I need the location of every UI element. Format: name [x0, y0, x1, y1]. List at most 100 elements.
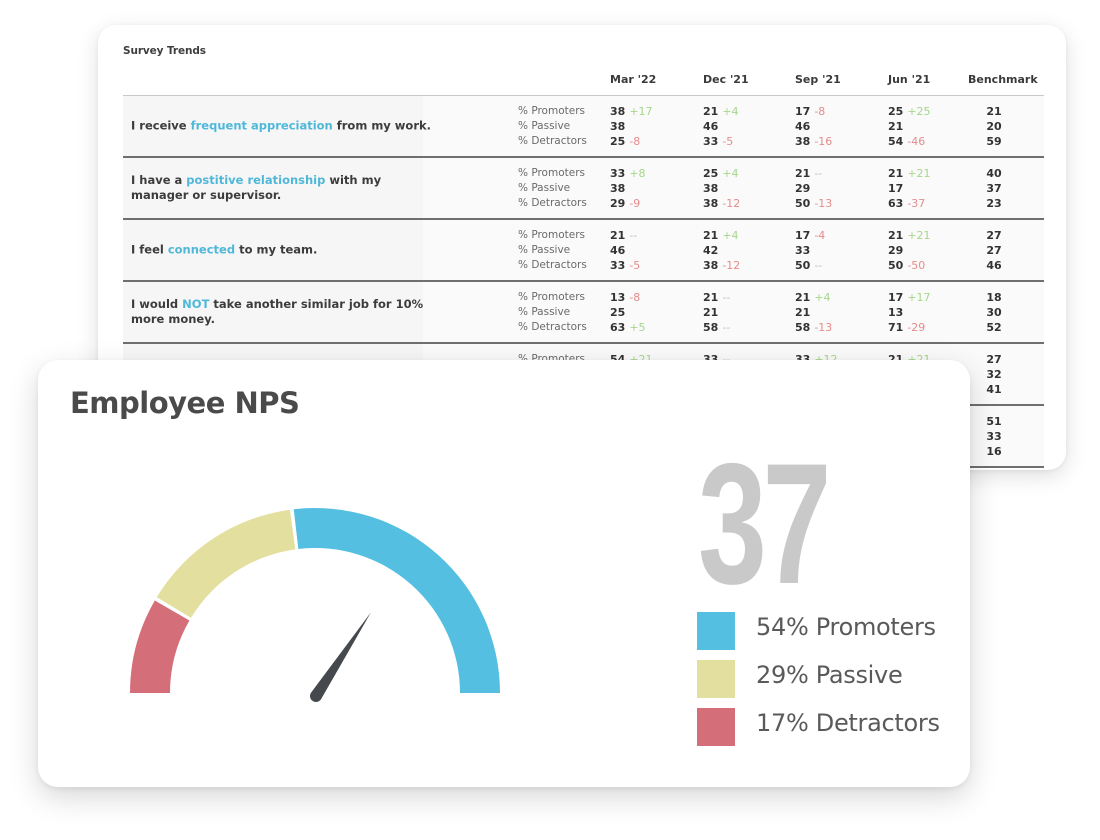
question-highlight: frequent appreciation: [190, 118, 333, 133]
benchmark-value: 21: [986, 105, 1002, 118]
passive-value: 46: [795, 120, 811, 133]
metric-label: % Passive: [518, 120, 571, 132]
metric-label: % Promoters: [518, 291, 585, 303]
passive-value: 21: [703, 306, 719, 319]
detractors-value-line: 38 -12: [703, 196, 740, 211]
column-header-mar-22[interactable]: Mar '22: [610, 73, 656, 86]
benchmark-cell: 27 32 41: [974, 352, 1014, 397]
detractors-value-line: 54 -46: [888, 134, 931, 149]
promoters-value-line: 21 +4: [703, 104, 739, 119]
promoters-delta: +21: [907, 229, 931, 242]
benchmark-cell: 40 37 23: [974, 166, 1014, 211]
benchmark-value: 27: [986, 229, 1002, 242]
benchmark-value: 30: [986, 306, 1002, 319]
table-row[interactable]: I receive frequent appreciation from my …: [123, 96, 1044, 158]
passive-value-line: 38: [610, 119, 653, 134]
period-cell: 21 +21 17 63 -37: [888, 166, 931, 211]
passive-value: 38: [610, 182, 626, 195]
benchmark-cell: 51 33 16: [974, 414, 1014, 459]
detractors-value: 38: [795, 135, 811, 148]
benchmark-value: 27: [986, 244, 1002, 257]
table-row[interactable]: I have a postitive relationship with my …: [123, 158, 1044, 220]
detractors-delta: +5: [629, 321, 646, 334]
passive-value-line: 21: [888, 119, 931, 134]
metric-label: % Detractors: [518, 321, 587, 333]
promoters-value-line: 21 +4: [703, 228, 740, 243]
period-cell: 17 -4 33 50 --: [795, 228, 825, 273]
detractors-delta: -29: [907, 321, 926, 334]
detractors-value: 33: [703, 135, 719, 148]
column-header-benchmark[interactable]: Benchmark: [968, 73, 1038, 86]
passive-value: 13: [888, 306, 904, 319]
benchmark-value: 37: [986, 182, 1002, 195]
table-row[interactable]: I feel connected to my team. % Promoters%…: [123, 220, 1044, 282]
promoters-value: 38: [610, 105, 626, 118]
detractors-value-line: 29 -9: [610, 196, 646, 211]
detractors-value-line: 71 -29: [888, 320, 931, 335]
employee-nps-card: Employee NPS 37 54% Promoters 29% Passiv…: [38, 360, 970, 787]
promoters-value-line: 21+21: [888, 166, 931, 181]
period-cell: 21 +4 21 58 -13: [795, 290, 832, 335]
metric-label: % Detractors: [518, 197, 587, 209]
benchmark-value: 18: [986, 291, 1002, 304]
legend-label-promoters: 54% Promoters: [756, 613, 936, 641]
promoters-delta: +25: [907, 105, 931, 118]
detractors-delta: -16: [814, 135, 833, 148]
passive-value-line: 25: [610, 305, 646, 320]
promoters-delta: -8: [629, 291, 641, 304]
promoters-value: 21: [610, 229, 626, 242]
promoters-delta: +8: [629, 167, 646, 180]
passive-value: 29: [888, 244, 904, 257]
detractors-value-line: 38 -12: [703, 258, 740, 273]
promoters-value-line: 33 +8: [610, 166, 646, 181]
detractors-value: 58: [795, 321, 811, 334]
column-header-jun-21[interactable]: Jun '21: [888, 73, 930, 86]
nps-gauge: [130, 508, 500, 702]
question-text: I have a postitive relationship with my …: [131, 173, 431, 203]
promoters-delta: +17: [907, 291, 931, 304]
question-highlight: NOT: [182, 297, 210, 311]
passive-swatch: [697, 660, 735, 698]
benchmark-value: 20: [986, 120, 1002, 133]
promoters-delta: --: [722, 291, 731, 304]
passive-value: 25: [610, 306, 626, 319]
detractors-value-line: 38 -16: [795, 134, 832, 149]
detractors-value: 50: [795, 197, 811, 210]
passive-value: 46: [610, 244, 626, 257]
passive-value: 21: [795, 306, 811, 319]
detractors-value-line: 50 --: [795, 258, 825, 273]
detractors-value: 58: [703, 321, 719, 334]
passive-value-line: 29: [888, 243, 931, 258]
gauge-segment-promoters: [293, 508, 500, 693]
promoters-value: 21: [703, 105, 719, 118]
table-row[interactable]: I would NOT take another similar job for…: [123, 282, 1044, 344]
metric-label: % Detractors: [518, 135, 587, 147]
detractors-value-line: 50 -13: [795, 196, 832, 211]
question-fragment: I receive: [131, 118, 191, 133]
benchmark-value: 51: [986, 415, 1002, 428]
detractors-value-line: 58 -13: [795, 320, 832, 335]
promoters-value-line: 38 +17: [610, 104, 653, 119]
period-cell: 17 -8 46 38 -16: [795, 104, 832, 149]
detractors-value-line: 50 -50: [888, 258, 931, 273]
passive-value-line: 17: [888, 181, 931, 196]
column-header-sep-21[interactable]: Sep '21: [795, 73, 841, 86]
question-highlight: connected: [167, 242, 236, 257]
period-cell: 13 -8 25 63 +5: [610, 290, 646, 335]
passive-value: 38: [610, 120, 626, 133]
promoters-value-line: 21 --: [610, 228, 640, 243]
passive-value: 46: [703, 120, 719, 133]
benchmark-value: 59: [986, 135, 1002, 148]
promoters-value-line: 17 -4: [795, 228, 825, 243]
detractors-value: 38: [703, 259, 719, 272]
benchmark-value: 16: [986, 445, 1002, 458]
period-cell: 21 -- 29 50 -13: [795, 166, 832, 211]
column-header-dec-21[interactable]: Dec '21: [703, 73, 749, 86]
passive-value-line: 46: [703, 119, 739, 134]
promoters-value: 21: [703, 291, 719, 304]
period-cell: 17 +17 13 71 -29: [888, 290, 931, 335]
question-fragment: from my work.: [332, 118, 432, 133]
detractors-value-line: 63 +5: [610, 320, 646, 335]
promoters-swatch: [697, 612, 735, 650]
promoters-value: 21: [795, 167, 811, 180]
